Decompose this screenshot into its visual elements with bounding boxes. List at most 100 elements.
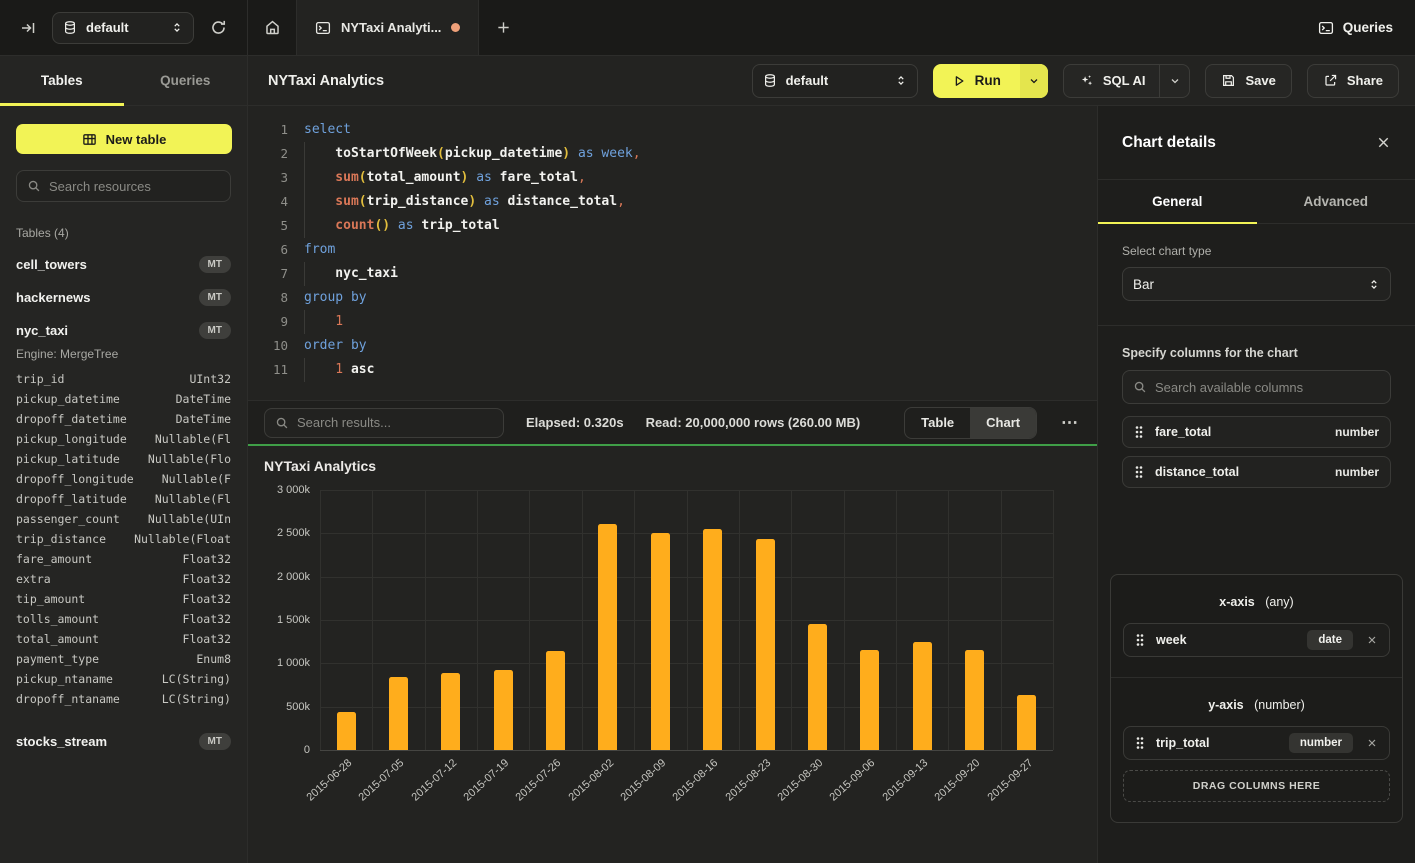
drag-columns-dropzone[interactable]: DRAG COLUMNS HERE	[1123, 770, 1390, 802]
search-results-input[interactable]	[297, 415, 493, 430]
editor-line[interactable]: 3sum(total_amount) as fare_total,	[262, 166, 1097, 190]
y-tick-label: 1 500k	[277, 614, 310, 626]
column-type: Float32	[183, 572, 231, 586]
chart-type-value: Bar	[1133, 277, 1359, 292]
share-label: Share	[1347, 73, 1383, 88]
topbar-left: default	[0, 0, 248, 55]
y-axis-type-badge: number	[1289, 733, 1353, 753]
table-item-hackernews[interactable]: hackernewsMT	[16, 281, 231, 314]
sidebar-tab-queries[interactable]: Queries	[124, 56, 248, 105]
drag-handle-icon[interactable]	[1134, 465, 1144, 479]
search-icon	[275, 416, 289, 430]
tab-advanced[interactable]: Advanced	[1257, 180, 1415, 223]
line-number: 4	[262, 190, 288, 214]
drag-handle-icon[interactable]	[1135, 736, 1145, 750]
table-name: stocks_stream	[16, 734, 199, 749]
available-column-fare_total[interactable]: fare_totalnumber	[1122, 416, 1391, 448]
editor-line[interactable]: 7nyc_taxi	[262, 262, 1097, 286]
drag-handle-icon[interactable]	[1134, 425, 1144, 439]
run-button[interactable]: Run	[933, 64, 1048, 98]
editor-line[interactable]: 1select	[262, 118, 1097, 142]
read-stat: Read: 20,000,000 rows (260.00 MB)	[646, 415, 861, 430]
home-icon[interactable]	[248, 0, 296, 55]
x-axis-type-badge: date	[1307, 630, 1353, 650]
topbar: default NYTaxi Analyti...	[0, 0, 1415, 56]
new-table-button[interactable]: New table	[16, 124, 232, 154]
table-name: nyc_taxi	[16, 323, 199, 338]
column-name: passenger_count	[16, 512, 148, 526]
save-label: Save	[1245, 73, 1275, 88]
engine-badge: MT	[199, 256, 231, 273]
bar-2015-06-28	[337, 712, 356, 750]
editor-line[interactable]: 91	[262, 310, 1097, 334]
column-row: fare_amountFloat32	[16, 549, 231, 569]
column-name: distance_total	[1155, 465, 1324, 479]
header-actions: default Run SQ	[752, 64, 1399, 98]
remove-y-axis-icon[interactable]	[1366, 737, 1378, 749]
chart-details-body: Select chart type Bar Specify columns fo…	[1098, 224, 1415, 863]
tab-nytaxi-analytics[interactable]: NYTaxi Analyti...	[296, 0, 479, 55]
gridline-v	[1001, 490, 1002, 750]
sidebar-tab-tables[interactable]: Tables	[0, 56, 124, 105]
bar-2015-09-06	[860, 650, 879, 750]
gridline-v	[634, 490, 635, 750]
run-options-caret[interactable]	[1020, 64, 1048, 98]
available-column-distance_total[interactable]: distance_totalnumber	[1122, 456, 1391, 488]
remove-x-axis-icon[interactable]	[1366, 634, 1378, 646]
tab-general[interactable]: General	[1098, 180, 1257, 223]
editor-line[interactable]: 6from	[262, 238, 1097, 262]
share-button[interactable]: Share	[1307, 64, 1399, 98]
new-tab-icon[interactable]	[479, 0, 527, 55]
table-item-nyc_taxi[interactable]: nyc_taxiMT	[16, 314, 231, 347]
table-item-cell_towers[interactable]: cell_towersMT	[16, 248, 231, 281]
search-resources-input[interactable]	[49, 179, 220, 194]
database-selector[interactable]: default	[52, 12, 194, 44]
editor-line[interactable]: 10order by	[262, 334, 1097, 358]
divider	[1098, 325, 1415, 326]
column-type: Float32	[183, 592, 231, 606]
chart-title: NYTaxi Analytics	[264, 458, 376, 474]
results-bar: Elapsed: 0.320s Read: 20,000,000 rows (2…	[248, 400, 1097, 444]
editor-line[interactable]: 8group by	[262, 286, 1097, 310]
table-item-stocks_stream[interactable]: stocks_streamMT	[16, 725, 231, 758]
editor-line[interactable]: 5count() as trip_total	[262, 214, 1097, 238]
column-row: dropoff_datetimeDateTime	[16, 409, 231, 429]
more-options-icon[interactable]: ⋯	[1059, 413, 1081, 433]
x-axis-header: x-axis (any)	[1123, 595, 1390, 609]
editor-line[interactable]: 2toStartOfWeek(pickup_datetime) as week,	[262, 142, 1097, 166]
sql-editor[interactable]: 1select2toStartOfWeek(pickup_datetime) a…	[248, 106, 1097, 400]
column-name: extra	[16, 572, 183, 586]
search-columns-input[interactable]	[1155, 380, 1380, 395]
column-row: passenger_countNullable(UIn	[16, 509, 231, 529]
close-icon[interactable]	[1376, 135, 1391, 150]
run-database-selector[interactable]: default	[752, 64, 918, 98]
gridline-v	[791, 490, 792, 750]
column-name: pickup_datetime	[16, 392, 176, 406]
view-toggle: Table Chart	[904, 407, 1037, 439]
y-axis-field-row: trip_total number	[1123, 726, 1390, 760]
save-button[interactable]: Save	[1205, 64, 1291, 98]
column-name: payment_type	[16, 652, 196, 666]
column-row: total_amountFloat32	[16, 629, 231, 649]
view-toggle-chart[interactable]: Chart	[970, 408, 1036, 438]
y-tick-label: 0	[304, 744, 310, 756]
sql-ai-caret[interactable]	[1159, 65, 1189, 97]
chevron-updown-icon	[1368, 278, 1380, 291]
bar-2015-07-26	[546, 651, 565, 750]
y-axis-field-name: trip_total	[1156, 736, 1278, 750]
editor-line[interactable]: 111 asc	[262, 358, 1097, 382]
chart-details-tabs: General Advanced	[1098, 180, 1415, 224]
chart-type-label: Select chart type	[1122, 244, 1391, 258]
collapse-sidebar-icon[interactable]	[16, 16, 40, 40]
gridline-v	[372, 490, 373, 750]
refresh-icon[interactable]	[206, 15, 231, 40]
sql-ai-button[interactable]: SQL AI	[1063, 64, 1191, 98]
editor-line[interactable]: 4sum(trip_distance) as distance_total,	[262, 190, 1097, 214]
unsaved-dot	[451, 23, 460, 32]
run-database-value: default	[786, 73, 886, 88]
column-row: trip_idUInt32	[16, 369, 231, 389]
queries-button[interactable]: Queries	[1318, 20, 1393, 36]
chart-type-select[interactable]: Bar	[1122, 267, 1391, 301]
drag-handle-icon[interactable]	[1135, 633, 1145, 647]
view-toggle-table[interactable]: Table	[905, 408, 970, 438]
